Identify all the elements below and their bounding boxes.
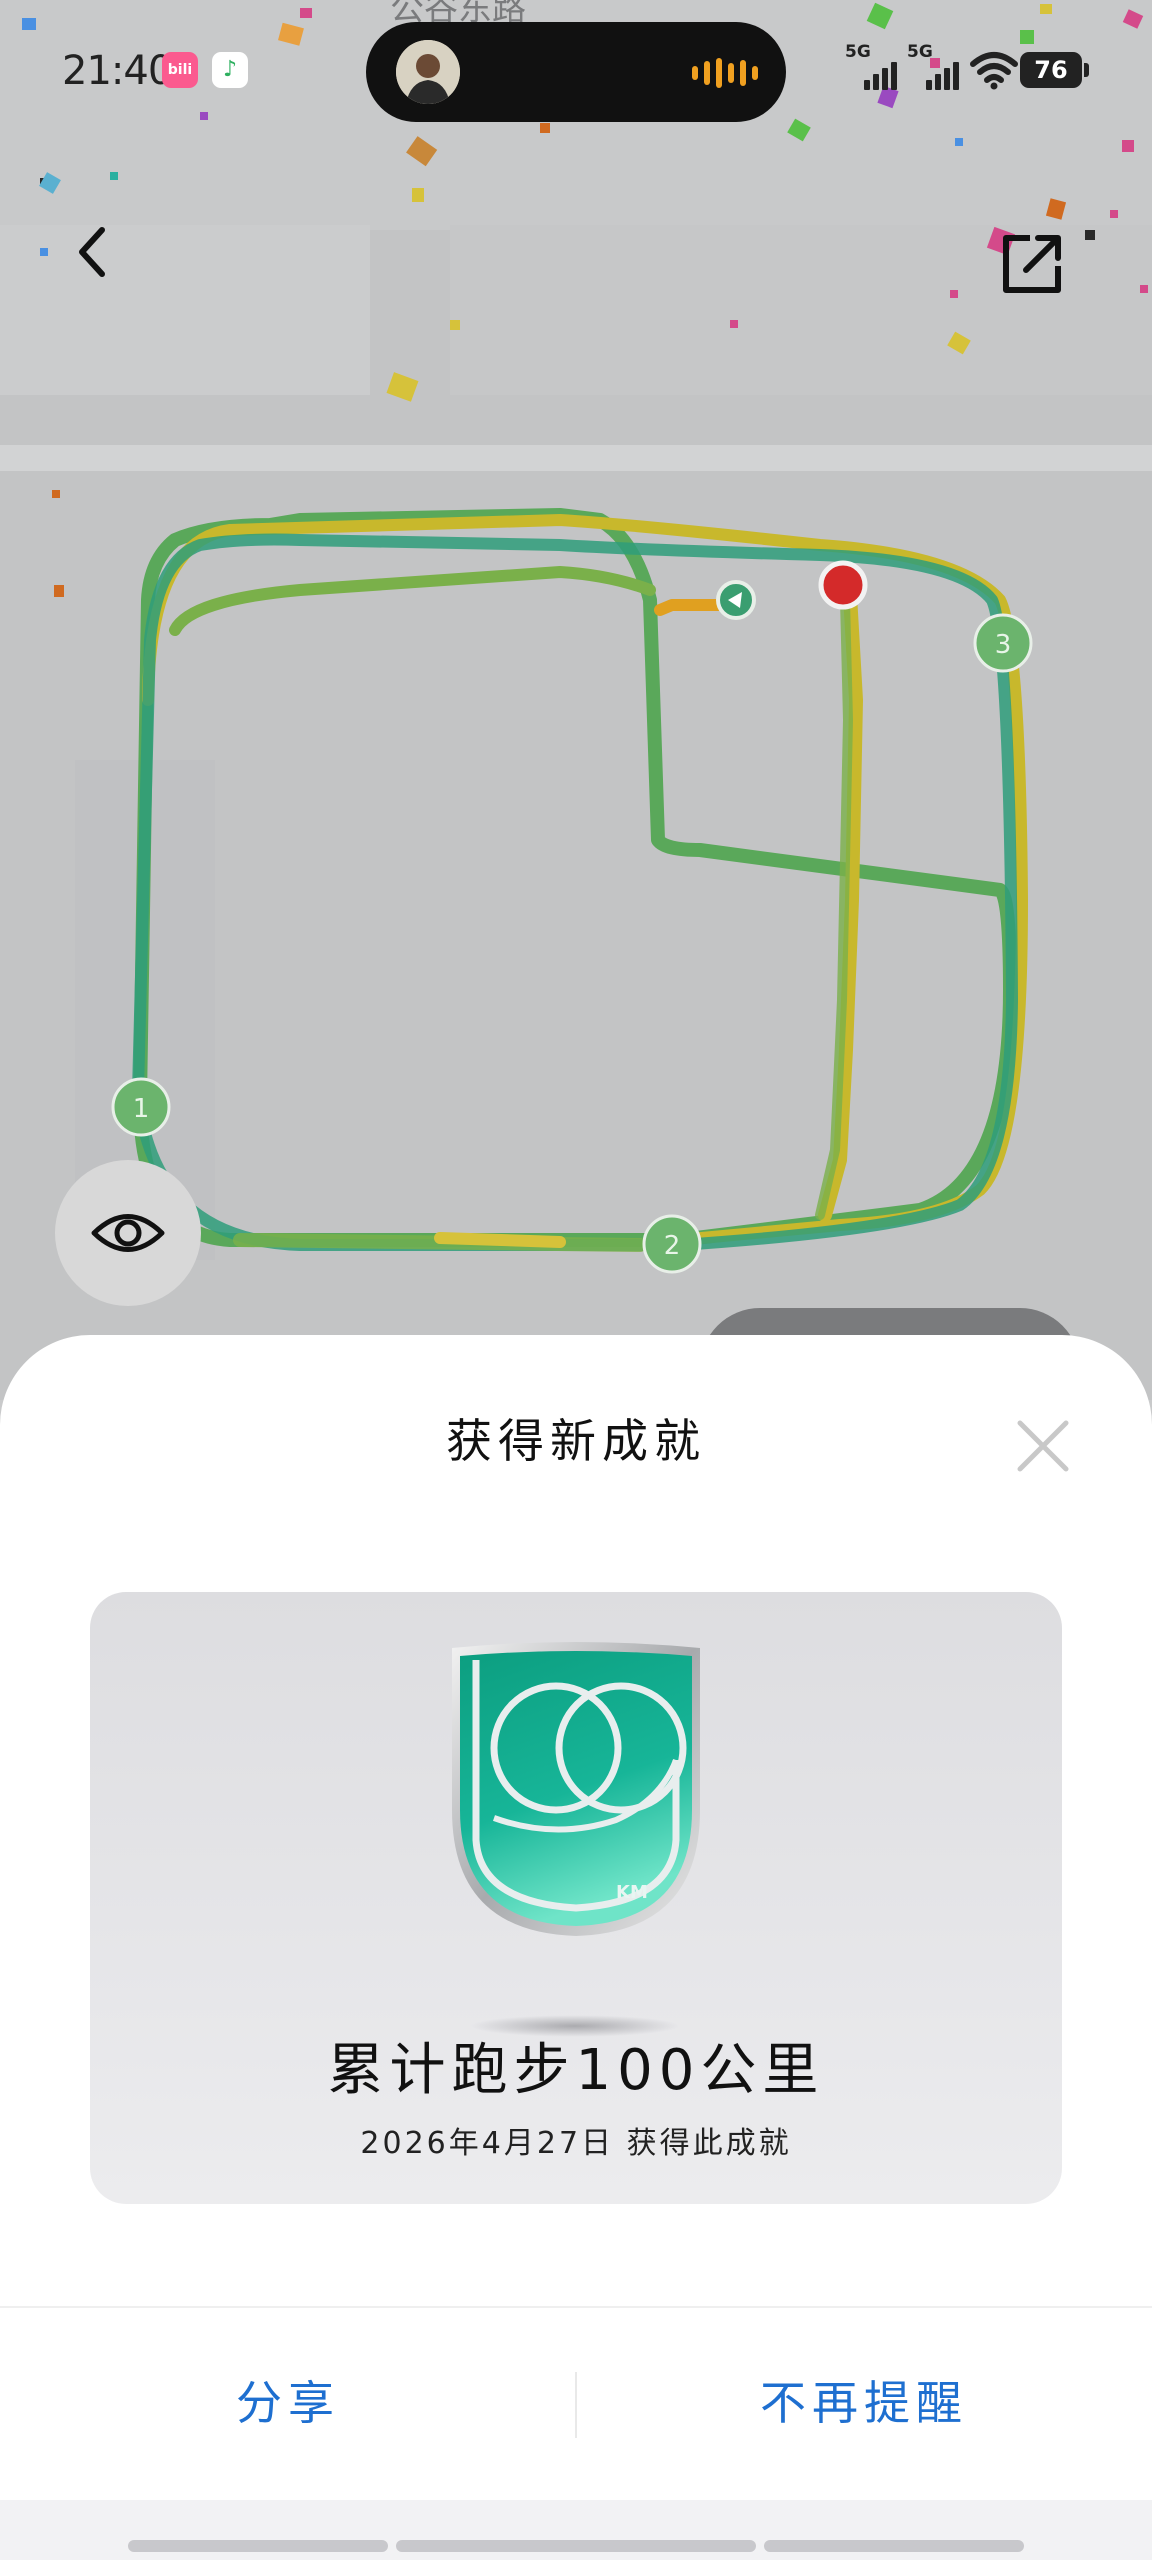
no-remind-button[interactable]: 不再提醒 <box>576 2368 1152 2438</box>
svg-text:2: 2 <box>664 1231 681 1261</box>
home-indicator[interactable] <box>396 2540 756 2552</box>
km-marker-2: 2 <box>642 1214 702 1274</box>
dynamic-island[interactable] <box>366 22 786 122</box>
close-icon[interactable] <box>1010 1413 1076 1479</box>
back-arrow-icon[interactable] <box>64 222 124 282</box>
home-indicator[interactable] <box>764 2540 1024 2552</box>
status-bar: 21:40 bili ♪ 5G 5G 76 <box>0 0 1152 150</box>
eye-icon <box>91 1214 165 1252</box>
button-divider <box>0 2306 1152 2308</box>
km-marker-3: 3 <box>973 613 1033 673</box>
home-indicator[interactable] <box>128 2540 388 2552</box>
sheet-title: 获得新成就 <box>446 1414 706 1468</box>
signal-indicators: 5G 5G <box>845 42 1019 90</box>
map-road <box>0 445 1152 471</box>
share-external-icon[interactable] <box>1000 232 1064 296</box>
km-marker-1: 1 <box>111 1077 171 1137</box>
wifi-icon <box>970 52 1018 90</box>
cellular-signal-icon: 5G <box>845 42 897 90</box>
achievement-badge-icon: KM <box>452 1642 700 1936</box>
end-marker-icon <box>818 560 868 610</box>
visibility-toggle-button[interactable] <box>55 1160 201 1306</box>
battery-indicator: 76 <box>1020 52 1089 88</box>
qq-music-badge-icon: ♪ <box>212 52 248 88</box>
start-marker-icon <box>716 580 756 620</box>
svg-text:1: 1 <box>133 1094 150 1124</box>
cellular-signal-icon: 5G <box>907 42 959 90</box>
bilibili-badge-icon: bili <box>162 52 198 88</box>
achievement-date: 2026年4月27日 获得此成就 <box>360 2126 792 2161</box>
audio-wave-icon <box>692 58 758 88</box>
achievement-name: 累计跑步100公里 <box>327 2038 825 2103</box>
svg-text:3: 3 <box>995 630 1012 660</box>
now-playing-avatar <box>396 40 460 104</box>
status-time: 21:40 <box>62 48 173 94</box>
badge-unit-label: KM <box>616 1882 648 1903</box>
share-button[interactable]: 分享 <box>0 2368 576 2438</box>
